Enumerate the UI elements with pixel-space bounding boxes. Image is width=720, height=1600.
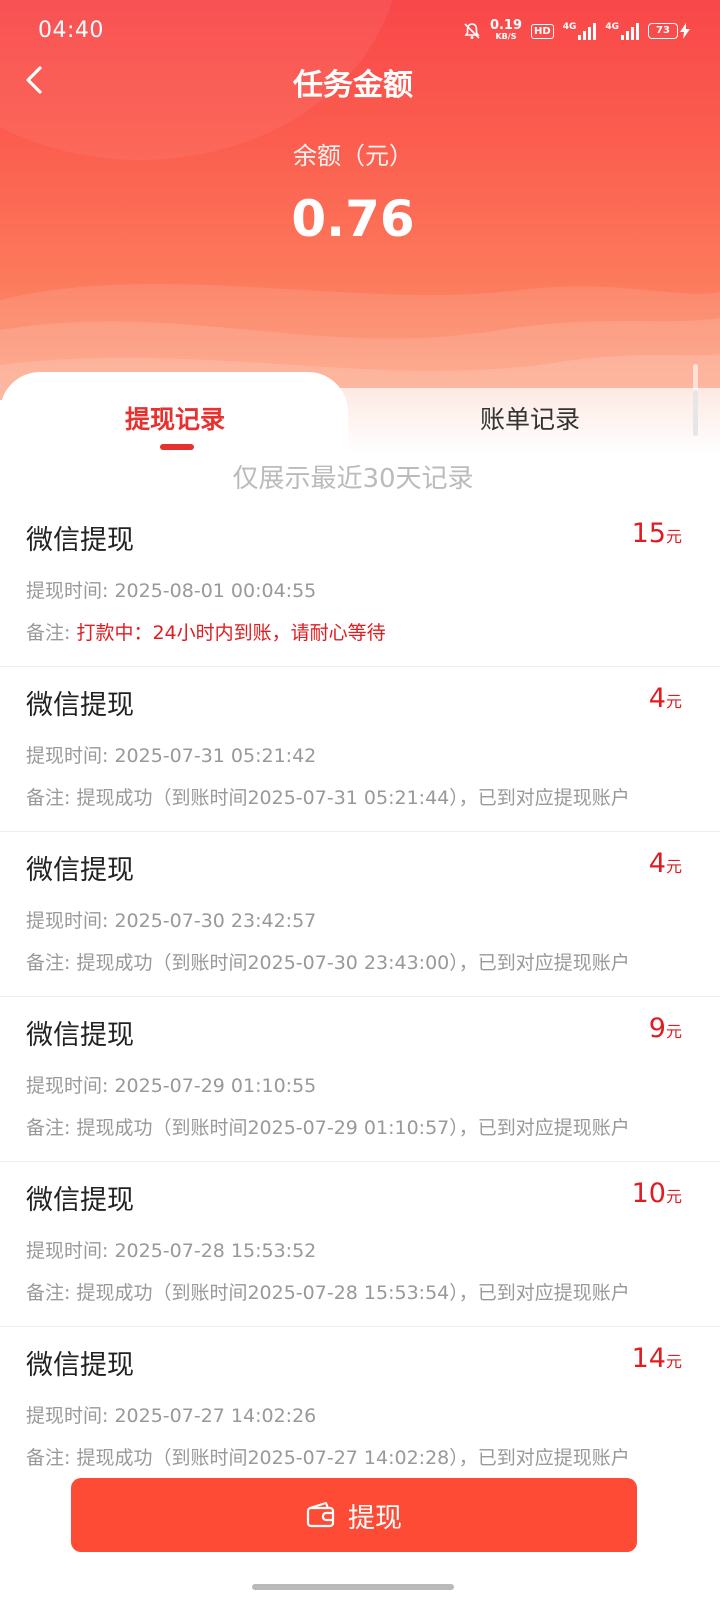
record-time: 提现时间: 2025-08-01 00:04:55	[26, 576, 316, 603]
time-value: 2025-07-29 01:10:55	[114, 1075, 317, 1097]
time-value: 2025-07-30 23:42:57	[114, 910, 317, 932]
time-label: 提现时间:	[26, 1405, 115, 1427]
record-note: 备注: 打款中：24小时内到账，请耐心等待	[26, 618, 386, 645]
record-time: 提现时间: 2025-07-30 23:42:57	[26, 906, 316, 933]
record-tabs: 提现记录 账单记录	[0, 372, 720, 454]
net-type-2: 4G	[605, 22, 619, 32]
time-label: 提现时间:	[26, 745, 115, 767]
tab-bill-records[interactable]: 账单记录	[430, 400, 630, 436]
amount-value: 4	[648, 848, 666, 879]
withdraw-button[interactable]: 提现	[71, 1478, 637, 1552]
time-label: 提现时间:	[26, 1075, 115, 1097]
note-status: 提现成功（到账时间2025-07-30 23:43:00），已到对应提现账户	[76, 952, 630, 974]
amount-value: 14	[631, 1343, 666, 1374]
record-time: 提现时间: 2025-07-31 05:21:42	[26, 741, 316, 768]
signal-sim2: 4G	[605, 22, 639, 40]
status-icons: 0.19 KB/S HD 4G 4G 73	[463, 18, 690, 44]
record-time: 提现时间: 2025-07-29 01:10:55	[26, 1071, 316, 1098]
list-item[interactable]: 微信提现 4元 提现时间: 2025-07-30 23:42:57 备注: 提现…	[0, 832, 720, 997]
note-status: 提现成功（到账时间2025-07-31 05:21:44），已到对应提现账户	[76, 787, 630, 809]
time-value: 2025-07-27 14:02:26	[114, 1405, 317, 1427]
speed-unit: KB/S	[495, 32, 517, 41]
record-title: 微信提现	[26, 1185, 134, 1216]
status-time: 04:40	[38, 18, 104, 43]
balance-value: 0.76	[291, 190, 415, 248]
balance-label: 余额（元）	[293, 142, 413, 170]
record-note: 备注: 提现成功（到账时间2025-07-30 23:43:00），已到对应提现…	[26, 948, 630, 975]
battery-level: 73	[648, 23, 678, 39]
network-speed: 0.19 KB/S	[489, 18, 523, 42]
battery-indicator: 73	[648, 23, 690, 39]
list-item[interactable]: 微信提现 10元 提现时间: 2025-07-28 15:53:52 备注: 提…	[0, 1162, 720, 1327]
record-title: 微信提现	[26, 1020, 134, 1051]
note-status: 提现成功（到账时间2025-07-28 15:53:54），已到对应提现账户	[76, 1282, 630, 1304]
record-amount: 10元	[632, 1178, 682, 1209]
record-amount: 14元	[632, 1343, 682, 1374]
amount-unit: 元	[665, 692, 682, 711]
signal-bars-icon	[578, 22, 597, 40]
time-label: 提现时间:	[26, 910, 115, 932]
record-note: 备注: 提现成功（到账时间2025-07-28 15:53:54），已到对应提现…	[26, 1278, 630, 1305]
note-label: 备注:	[26, 622, 77, 644]
amount-unit: 元	[665, 857, 682, 876]
amount-unit: 元	[665, 1022, 682, 1041]
record-time: 提现时间: 2025-07-28 15:53:52	[26, 1236, 316, 1263]
time-label: 提现时间:	[26, 580, 115, 602]
amount-value: 4	[648, 683, 666, 714]
record-note: 备注: 提现成功（到账时间2025-07-27 14:02:28），已到对应提现…	[26, 1443, 630, 1470]
time-value: 2025-07-28 15:53:52	[114, 1240, 317, 1262]
speed-value: 0.19	[489, 18, 523, 33]
note-status: 提现成功（到账时间2025-07-29 01:10:57），已到对应提现账户	[76, 1117, 630, 1139]
note-status: 提现成功（到账时间2025-07-27 14:02:28），已到对应提现账户	[76, 1447, 630, 1469]
time-label: 提现时间:	[26, 1240, 115, 1262]
note-label: 备注:	[26, 1117, 77, 1139]
time-value: 2025-08-01 00:04:55	[114, 580, 317, 602]
tab-withdraw-records[interactable]: 提现记录	[80, 400, 270, 436]
signal-sim1: 4G	[563, 22, 597, 40]
status-bar: 04:40 0.19 KB/S HD 4G 4G 73	[0, 0, 720, 62]
home-indicator[interactable]	[252, 1584, 454, 1590]
record-note: 备注: 提现成功（到账时间2025-07-29 01:10:57），已到对应提现…	[26, 1113, 630, 1140]
tab-active-indicator	[160, 444, 194, 450]
record-title: 微信提现	[26, 525, 134, 556]
time-value: 2025-07-31 05:21:42	[114, 745, 317, 767]
bell-muted-icon	[464, 23, 480, 39]
note-label: 备注:	[26, 952, 77, 974]
amount-unit: 元	[665, 527, 682, 546]
note-label: 备注:	[26, 1447, 77, 1469]
charging-bolt-icon	[680, 23, 690, 39]
list-item[interactable]: 微信提现 4元 提现时间: 2025-07-31 05:21:42 备注: 提现…	[0, 667, 720, 832]
list-item[interactable]: 微信提现 15元 提现时间: 2025-08-01 00:04:55 备注: 打…	[0, 502, 720, 667]
record-time: 提现时间: 2025-07-27 14:02:26	[26, 1401, 316, 1428]
amount-unit: 元	[665, 1187, 682, 1206]
amount-value: 9	[648, 1013, 666, 1044]
page-title: 任务金额	[293, 68, 413, 103]
scrollbar-track	[693, 390, 698, 436]
net-type-1: 4G	[562, 22, 577, 32]
list-item[interactable]: 微信提现 14元 提现时间: 2025-07-27 14:02:26 备注: 提…	[0, 1327, 720, 1492]
record-title: 微信提现	[26, 1350, 134, 1381]
record-title: 微信提现	[26, 855, 134, 886]
withdraw-button-label: 提现	[348, 1502, 402, 1534]
record-amount: 4元	[649, 683, 682, 714]
record-title: 微信提现	[26, 690, 134, 721]
record-amount: 9元	[649, 1013, 682, 1044]
note-label: 备注:	[26, 787, 77, 809]
record-amount: 4元	[649, 848, 682, 879]
record-amount: 15元	[632, 518, 682, 549]
signal-bars-icon	[621, 22, 639, 40]
wallet-icon	[306, 1502, 335, 1528]
list-item[interactable]: 微信提现 9元 提现时间: 2025-07-29 01:10:55 备注: 提现…	[0, 997, 720, 1162]
note-status: 打款中：24小时内到账，请耐心等待	[76, 622, 386, 644]
record-note: 备注: 提现成功（到账时间2025-07-31 05:21:44），已到对应提现…	[26, 783, 630, 810]
note-label: 备注:	[26, 1282, 77, 1304]
amount-value: 15	[631, 518, 666, 549]
records-notice: 仅展示最近30天记录	[232, 464, 474, 494]
amount-unit: 元	[665, 1352, 682, 1371]
hd-badge: HD	[531, 23, 554, 39]
withdraw-record-list: 微信提现 15元 提现时间: 2025-08-01 00:04:55 备注: 打…	[0, 502, 720, 1492]
amount-value: 10	[631, 1178, 666, 1209]
